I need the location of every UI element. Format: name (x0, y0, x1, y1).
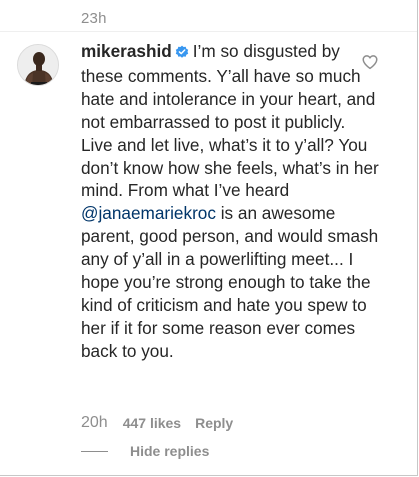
comment-username[interactable]: mikerashid (81, 41, 172, 61)
comment-text-part2: is an awesome parent, good person, and w… (81, 203, 379, 361)
verified-badge-icon (175, 42, 189, 65)
divider (0, 31, 417, 32)
hide-replies-button[interactable]: Hide replies (130, 443, 209, 459)
comment-body: mikerashid I’m so disgusted by these comm… (81, 40, 381, 363)
avatar-image (18, 45, 58, 85)
previous-comment-timestamp: 23h (81, 10, 107, 27)
comment-meta: 20h 447 likes Reply (81, 412, 233, 434)
reply-button[interactable]: Reply (195, 415, 233, 431)
comment-text-part1: I’m so disgusted by these comments. Y’al… (81, 41, 379, 201)
heart-outline-icon[interactable] (361, 53, 379, 71)
comment-mention-link[interactable]: @janaemariekroc (81, 203, 216, 223)
comment-timestamp[interactable]: 20h (81, 414, 108, 432)
hide-replies-row: Hide replies (81, 441, 209, 461)
hide-replies-line (81, 450, 108, 452)
avatar[interactable] (17, 44, 59, 86)
likes-count-button[interactable]: 447 likes (123, 415, 181, 431)
comment-panel: 23h mikerashid I’m so disgusted by these … (0, 0, 418, 476)
